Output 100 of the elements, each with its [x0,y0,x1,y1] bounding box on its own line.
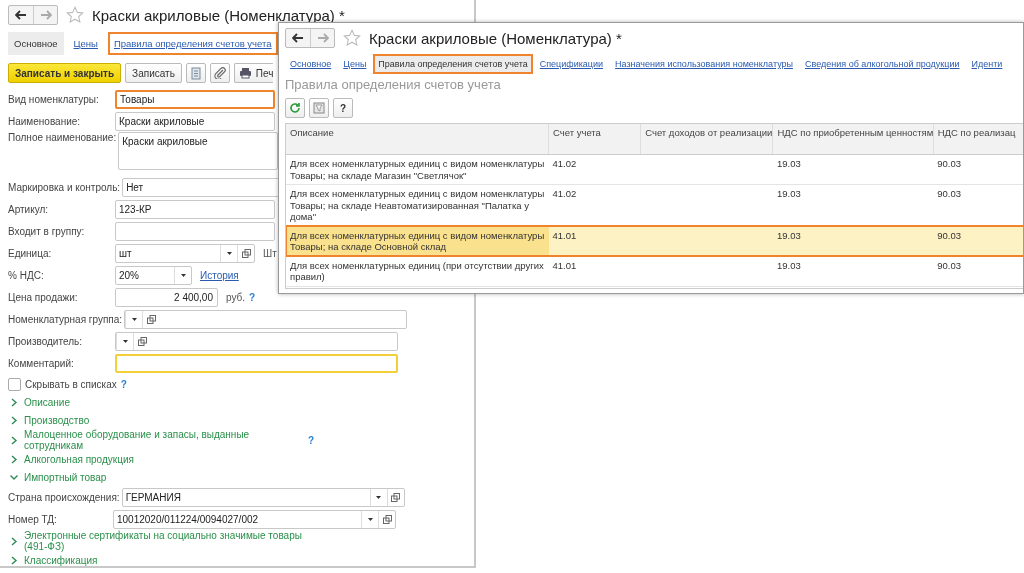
table-cell: 41.01 [552,259,577,271]
field-label: Артикул: [8,203,50,215]
tab[interactable]: Иденти [966,54,1008,74]
column-header[interactable]: НДС по приобретенным ценностям [772,124,934,155]
chevron-right-icon[interactable] [10,435,18,445]
caret-icon [376,495,382,499]
input-field[interactable] [115,221,275,241]
column-header[interactable]: Счет доходов от реализации [640,124,773,155]
tab[interactable]: Цены [338,54,372,74]
caret-icon [180,273,186,277]
caret-icon [367,517,373,521]
table-cell: 90.03 [937,259,962,271]
input-field[interactable]: 10012020/011224/0094027/002 [113,509,396,529]
table-row[interactable]: Для всех номенклатурных единиц с видом номенклатуры Товары; на складе Неавтоматизированная "Палатка у дома" 41.02 19.03 90.03 [286,184,1023,226]
chevron-right-icon[interactable] [10,536,18,546]
group-header[interactable]: Классификация [24,555,98,567]
print-button[interactable]: Печ [233,63,274,83]
help-icon[interactable]: ? [120,379,127,390]
column-header[interactable]: Счет учета [548,124,641,155]
window-title: Краски акриловые (Номенклатура) * [92,6,345,24]
chevron-down-icon[interactable] [10,472,18,482]
save-button[interactable]: Записать [125,63,182,83]
tab[interactable]: Спецификации [534,54,609,74]
group-header[interactable]: Производство [24,414,90,426]
printer-icon [238,67,252,79]
field-label: Наименование: [8,115,82,127]
chevron-right-icon[interactable] [10,556,18,566]
input-field[interactable]: 20% [115,265,192,285]
attach-button[interactable] [209,63,230,83]
star-icon[interactable] [343,29,361,47]
chevron-right-icon[interactable] [10,415,18,425]
open-window-icon [241,248,251,258]
group-header[interactable]: Алкогольная продукция [24,454,134,466]
unit-label: руб. [226,291,246,303]
input-field[interactable] [115,331,398,351]
tab[interactable]: Цены [67,32,104,55]
table-cell: Для всех номенклатурных единиц с видом номенклатуры Товары; на складе Магазин "Светлячок" [290,158,545,181]
table-cell: 41.02 [552,188,577,199]
field-label: Единица: [8,247,53,259]
input-field[interactable]: Краски акриловые [118,132,279,170]
group-header[interactable]: Описание [24,397,70,409]
input-field[interactable]: Товары [115,89,275,109]
back-arrow-icon [292,33,304,43]
group-header[interactable]: Электронные сертификаты на социально значимые товары (491-ФЗ) [24,530,304,552]
chevron-right-icon[interactable] [10,455,18,465]
help-icon[interactable]: ? [249,291,256,303]
table-cell: 19.03 [776,259,801,271]
tab[interactable]: Правила определения счетов учета [107,32,278,55]
refresh-icon [289,102,301,114]
open-window-icon [137,336,147,346]
input-field[interactable] [124,309,408,329]
refresh-button[interactable] [285,98,305,118]
column-header[interactable]: НДС по реализац [933,124,1023,155]
input-field[interactable] [115,353,398,373]
input-field[interactable]: шт [115,243,255,263]
field-label: Полное наименование: [8,132,117,143]
tab[interactable]: Основное [285,54,337,74]
back-arrow-icon [15,10,27,20]
table-cell: 19.03 [776,229,801,241]
star-icon[interactable] [66,6,84,24]
forward-arrow-icon [39,10,52,20]
table-cell: 90.03 [937,188,962,199]
tab[interactable]: Сведения об алкогольной продукции [800,54,965,74]
open-window-icon [391,492,401,502]
table-row[interactable]: Для всех номенклатурных единиц с видом номенклатуры Товары; на складе Основной склад 41.01 19.03 90.03 [286,226,1023,256]
open-button[interactable] [237,244,254,262]
input-field[interactable]: ГЕРМАНИЯ [121,487,405,507]
checkbox-label[interactable]: Скрывать в списках [25,379,117,390]
table-row[interactable]: Для всех номенклатурных единиц с видом номенклатуры Товары; на складе Магазин "Светлячок" 41.02 19.03 90.03 [286,154,1023,185]
column-header[interactable]: Описание [286,124,549,155]
tab[interactable]: Основное [8,32,64,55]
field-label: Комментарий: [8,357,75,369]
table-cell: 19.03 [776,158,801,169]
field-label: Производитель: [8,335,83,347]
filter-icon [313,102,325,114]
tab[interactable]: Правила определения счетов учета [373,54,533,74]
save-and-close-button[interactable]: Записать и закрыть [8,63,122,83]
checkbox[interactable] [8,378,21,391]
chevron-right-icon[interactable] [10,398,18,408]
input-field[interactable]: 123-КР [115,199,275,219]
open-button[interactable] [133,332,150,350]
tab[interactable]: Назначения использования номенклатуры [610,54,798,74]
field-label: Цена продажи: [8,291,79,303]
field-label: Страна происхождения: [8,491,120,503]
group-header[interactable]: Импортный товар [24,471,107,483]
input-field[interactable]: Краски акриловые [115,111,275,131]
section-title: Правила определения счетов учета [285,77,502,92]
filter-button[interactable] [309,98,329,118]
history-link[interactable]: История [200,269,239,281]
group-header[interactable]: Малоценное оборудование и запасы, выданные сотрудникам [24,429,304,451]
help-icon[interactable]: ? [308,434,315,446]
table-row[interactable]: Для всех номенклатурных единиц (при отсутствии других правил) 41.01 19.03 90.03 [286,256,1023,286]
table-cell: 90.03 [937,229,962,241]
caret-icon [131,317,137,321]
help-button[interactable]: ? [333,98,353,118]
input-field[interactable]: 2 400,00 [115,287,218,307]
open-button[interactable] [378,510,395,528]
open-window-icon [382,514,392,524]
table-cell: Для всех номенклатурных единиц с видом номенклатуры Товары; на складе Неавтоматизированная "Палатка у дома" [290,188,545,222]
table-cell: 41.01 [552,229,577,241]
